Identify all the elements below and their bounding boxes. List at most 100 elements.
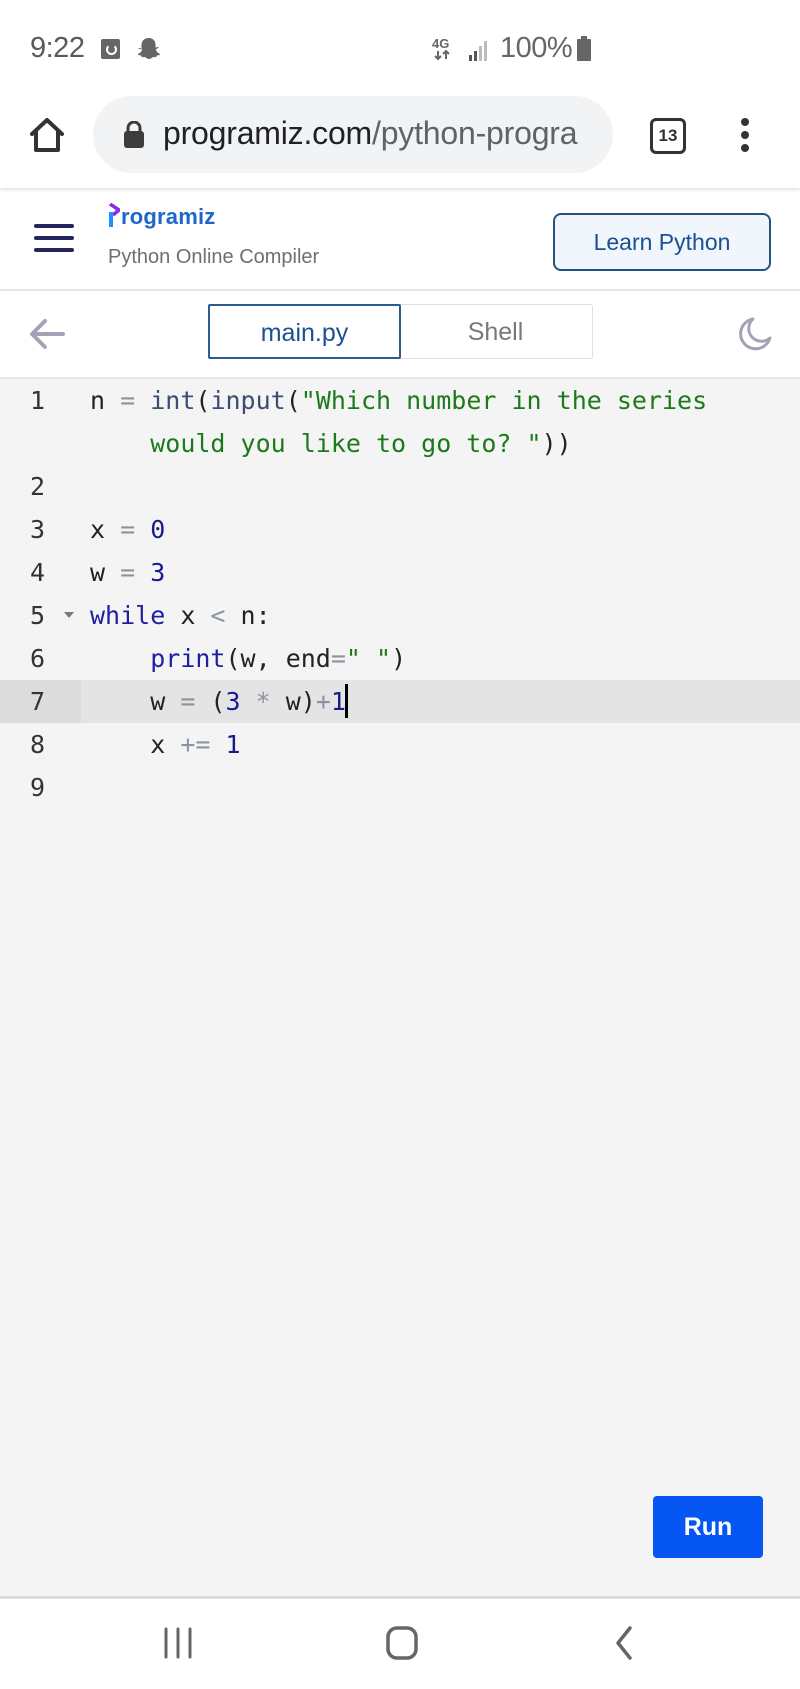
line-number: 8 [30,730,46,759]
line-gutter: 2 [0,465,81,508]
code-line-5[interactable]: 5 while x < n: [0,594,800,637]
browser-toolbar: programiz.com/python-progra 13 [0,92,800,188]
code-token-str: "Which number in the series [300,386,708,415]
code-token-str: would you like to go to? " [150,429,542,458]
recent-apps-icon[interactable] [162,1627,194,1659]
code-text: print(w, end=" ") [90,637,406,680]
tab-shell[interactable]: Shell [399,304,593,359]
line-number: 7 [30,687,46,716]
battery-icon [577,36,591,61]
line-gutter: 1 [0,379,81,422]
code-text: n = int(input("Which number in the serie… [90,379,707,422]
nav-home-icon[interactable] [385,1625,419,1661]
code-token-num: 0 [150,515,166,544]
code-token-plain: w [90,558,121,587]
code-line-wrap[interactable]: would you like to go to? ")) [0,422,800,465]
code-token-plain: x [90,730,181,759]
code-text: x = 0 [90,508,165,551]
code-token-plain: n: [225,601,271,630]
more-menu-icon[interactable] [738,118,752,152]
run-button[interactable]: Run [653,1496,763,1558]
programiz-logo[interactable]: rogramiz [108,203,216,230]
line-number: 2 [30,472,46,501]
code-token-op: < [210,601,226,630]
app-notification-icon [101,39,120,59]
learn-python-button[interactable]: Learn Python [553,213,771,271]
code-token-kw: print [150,644,226,673]
code-token-op: * [240,687,286,716]
code-text: while x < n: [90,594,271,637]
line-gutter: 7 [0,680,81,723]
code-line-3[interactable]: 3 x = 0 [0,508,800,551]
line-number: 5 [30,601,46,630]
code-line-4[interactable]: 4 w = 3 [0,551,800,594]
code-line-8[interactable]: 8 x += 1 [0,723,800,766]
code-token-plain: w [90,687,181,716]
url-text: programiz.com/python-progra [163,115,603,152]
code-token-plain: ( [210,687,226,716]
code-token-op: = [180,687,211,716]
code-token-plain: ( [285,386,301,415]
tab-main-py[interactable]: main.py [208,304,401,359]
signal-icon [469,41,487,61]
battery-percent: 100% [500,32,573,64]
code-line-9[interactable]: 9 [0,766,800,809]
text-cursor [344,684,348,718]
status-bar: 9:22 4G 100% [0,0,800,92]
code-line-7[interactable]: 7 w = (3 * w)+1 [0,680,800,723]
code-token-kw: while [90,601,166,630]
line-gutter: 6 [0,637,81,680]
lock-icon [124,121,144,148]
line-gutter: 4 [0,551,81,594]
code-text: would you like to go to? ")) [90,422,572,465]
line-number: 3 [30,515,46,544]
android-nav-bar [0,1599,800,1689]
site-header: rogramiz Python Online Compiler Learn Py… [0,188,800,291]
tab-switcher-button[interactable]: 13 [650,118,686,154]
line-number: 6 [30,644,46,673]
code-text: w = (3 * w)+1 [90,680,348,723]
dark-mode-moon-icon[interactable] [737,316,773,352]
code-token-builtin: input [210,386,286,415]
code-token-op: += [180,730,226,759]
code-token-op: = [120,515,151,544]
snapchat-icon [137,38,161,59]
home-icon[interactable] [28,116,66,154]
code-token-plain: ) [391,644,407,673]
hamburger-menu-icon[interactable] [34,221,74,255]
code-token-op: = [330,644,346,673]
svg-text:4G: 4G [432,36,449,51]
code-text: x += 1 [90,723,241,766]
line-gutter: 5 [0,594,81,637]
code-token-plain: w) [285,687,316,716]
programiz-logo-icon [109,203,120,227]
code-token-op: + [315,687,331,716]
status-time: 9:22 [30,32,85,64]
code-token-builtin: int [150,386,196,415]
code-token-plain: x [90,515,121,544]
code-token-num: 3 [150,558,166,587]
fold-toggle-icon[interactable] [64,612,74,618]
code-token-plain: x [165,601,211,630]
code-token-str: " " [345,644,392,673]
code-line-6[interactable]: 6 print(w, end=" ") [0,637,800,680]
line-gutter [0,422,81,465]
network-4g-icon: 4G [432,36,450,61]
nav-back-icon[interactable] [612,1625,636,1661]
code-token-num: 1 [330,687,346,716]
line-number: 1 [30,386,46,415]
code-editor[interactable]: 1n = int(input("Which number in the seri… [0,379,800,1599]
code-token-num: 1 [225,730,241,759]
address-bar[interactable]: programiz.com/python-progra [93,96,613,173]
back-arrow-icon[interactable] [27,314,67,354]
code-token-op: = [120,558,151,587]
code-line-1[interactable]: 1n = int(input("Which number in the seri… [0,379,800,422]
logo-text: rogramiz [121,204,216,229]
page-subtitle: Python Online Compiler [108,246,320,268]
code-token-op: = [120,386,151,415]
code-token-plain: )) [541,429,572,458]
code-line-2[interactable]: 2 [0,465,800,508]
url-path: /python-progra [372,115,578,151]
